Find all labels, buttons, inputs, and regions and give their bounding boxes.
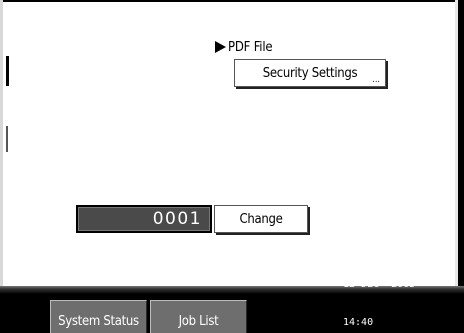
system-status-label: System Status <box>58 313 139 329</box>
change-button[interactable]: Change <box>214 205 308 233</box>
panel-right-border <box>458 0 464 294</box>
system-status-button[interactable]: System Status <box>50 300 147 333</box>
panel-top-border <box>0 0 464 2</box>
left-tab-marker <box>6 56 9 86</box>
panel-left-border <box>0 0 3 294</box>
clock-time: 14:40 <box>343 317 374 328</box>
job-list-label: Job List <box>178 313 219 329</box>
ellipsis-icon: ... <box>372 75 380 85</box>
status-bar: System Status Job List <box>0 294 464 333</box>
pdf-file-label: PDF File <box>228 39 273 55</box>
clock-date: 12 DEC 2005 <box>343 279 416 290</box>
play-triangle-icon <box>215 41 226 53</box>
pdf-file-header: PDF File <box>215 39 273 55</box>
left-tab-marker-secondary <box>6 126 8 152</box>
counter-display: 0001 <box>76 205 212 233</box>
security-settings-label: Security Settings <box>262 65 358 81</box>
copier-panel-screen: PDF File Security Settings ... 0001 Chan… <box>0 0 464 333</box>
change-button-label: Change <box>239 211 283 227</box>
job-list-button[interactable]: Job List <box>150 300 247 333</box>
security-settings-button[interactable]: Security Settings ... <box>234 59 386 87</box>
counter-value: 0001 <box>152 209 202 229</box>
